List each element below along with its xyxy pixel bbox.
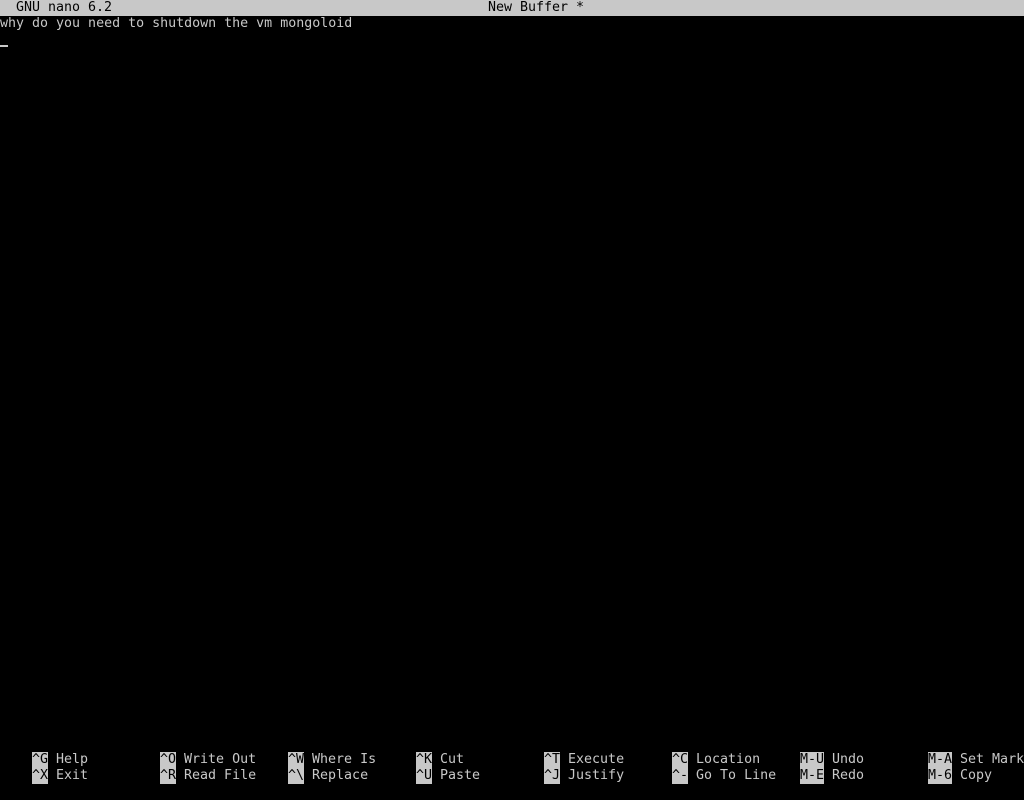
- shortcut-key: ^J: [544, 768, 561, 784]
- editor-area[interactable]: why do you need to shutdown the vm mongo…: [0, 16, 1024, 736]
- shortcut-label: Go To Line: [696, 768, 777, 783]
- shortcut-go-to-line[interactable]: ^- Go To Line: [640, 752, 776, 784]
- editor-line-2[interactable]: [0, 32, 1024, 48]
- shortcut-read-file[interactable]: ^R Read File: [128, 752, 256, 784]
- shortcut-label: Read File: [184, 768, 257, 783]
- shortcut-replace[interactable]: ^\ Replace: [256, 752, 368, 784]
- shortcut-key: ^-: [672, 768, 689, 784]
- shortcut-justify[interactable]: ^J Justify: [512, 752, 624, 784]
- text-cursor: [0, 45, 8, 47]
- shortcut-exit[interactable]: ^X Exit: [0, 752, 88, 784]
- shortcut-redo[interactable]: M-E Redo: [768, 752, 864, 784]
- shortcut-key: ^\: [288, 768, 305, 784]
- shortcut-cut[interactable]: ^K Cut: [384, 736, 464, 768]
- shortcut-execute[interactable]: ^T Execute: [512, 736, 624, 768]
- shortcut-key: ^U: [416, 768, 433, 784]
- shortcut-write-out[interactable]: ^O Write Out: [128, 736, 256, 768]
- editor-line-1[interactable]: why do you need to shutdown the vm mongo…: [0, 16, 1024, 32]
- app-title: GNU nano 6.2: [16, 0, 113, 15]
- shortcut-key: ^R: [160, 768, 177, 784]
- shortcut-help[interactable]: ^G Help: [0, 736, 88, 768]
- shortcut-label: Paste: [440, 768, 481, 783]
- shortcut-copy[interactable]: M-6 Copy: [896, 752, 992, 784]
- shortcut-label: Redo: [832, 768, 865, 783]
- shortcut-where-is[interactable]: ^W Where Is: [256, 736, 376, 768]
- shortcut-key: M-6: [928, 768, 953, 784]
- shortcut-key: ^X: [32, 768, 49, 784]
- title-bar: GNU nano 6.2 New Buffer *: [0, 0, 1024, 16]
- shortcut-label: Copy: [960, 768, 993, 783]
- shortcut-label: Justify: [568, 768, 625, 783]
- shortcut-location[interactable]: ^C Location: [640, 736, 760, 768]
- shortcut-bar: ^G Help ^O Write Out ^W Where Is ^K Cut ^T Ex…: [0, 736, 1024, 784]
- shortcut-label: Replace: [312, 768, 369, 783]
- shortcut-set-mark[interactable]: M-A Set Mark: [896, 736, 1024, 768]
- shortcut-label: Exit: [56, 768, 89, 783]
- shortcut-key: M-E: [800, 768, 825, 784]
- buffer-name: New Buffer *: [488, 0, 585, 15]
- shortcut-paste[interactable]: ^U Paste: [384, 752, 480, 784]
- shortcut-undo[interactable]: M-U Undo: [768, 736, 864, 768]
